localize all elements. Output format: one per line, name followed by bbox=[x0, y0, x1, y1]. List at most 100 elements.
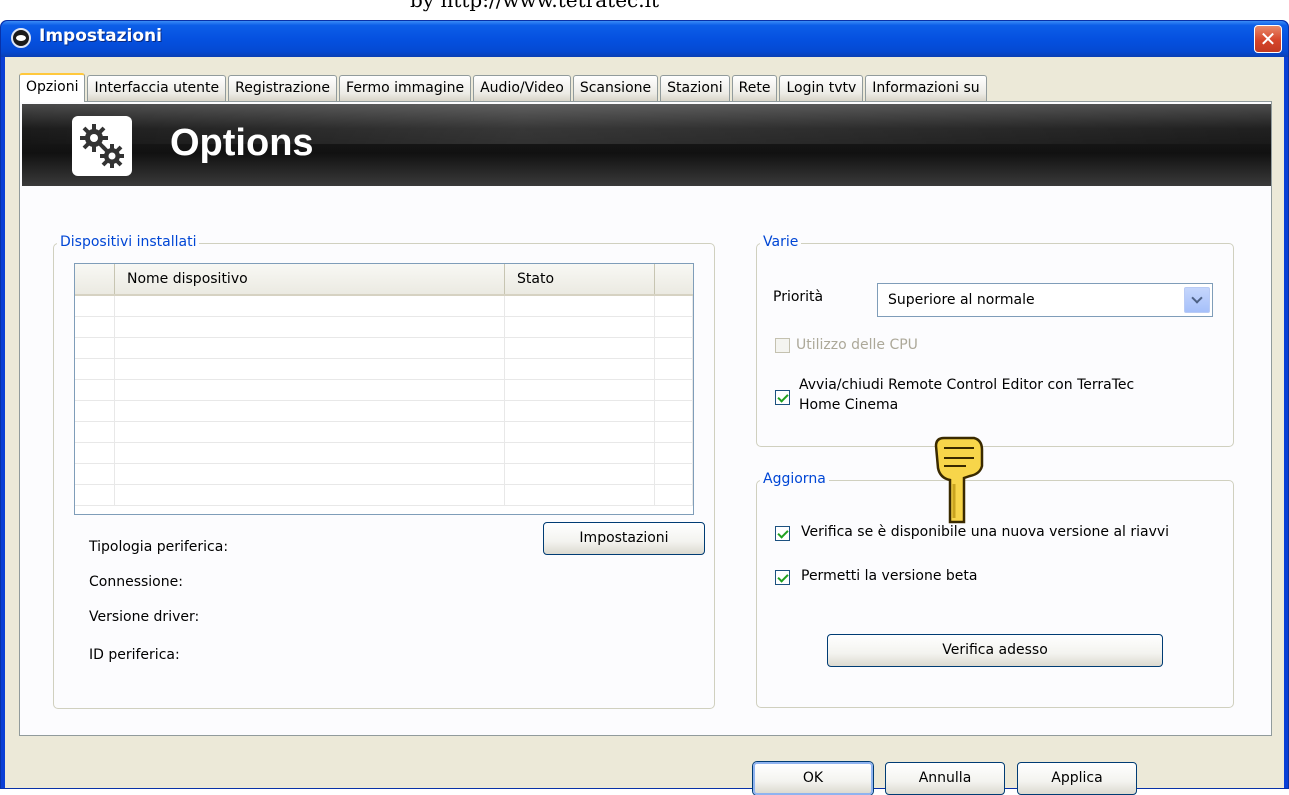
misc-legend: Varie bbox=[760, 234, 802, 250]
table-cell bbox=[505, 401, 655, 421]
table-row[interactable] bbox=[75, 296, 693, 317]
device-type-label: Tipologia periferica: bbox=[89, 539, 229, 555]
check-new-version-checkbox[interactable] bbox=[775, 526, 790, 541]
ok-button[interactable]: OK bbox=[753, 762, 873, 795]
header-spacer bbox=[75, 264, 115, 294]
table-cell bbox=[505, 380, 655, 400]
table-row[interactable] bbox=[75, 422, 693, 443]
table-row[interactable] bbox=[75, 338, 693, 359]
beta-version-label: Permetti la versione beta bbox=[801, 568, 978, 584]
dialog-body: Opzioni Interfaccia utente Registrazione… bbox=[5, 57, 1284, 795]
cpu-usage-label: Utilizzo delle CPU bbox=[796, 337, 918, 353]
remote-control-checkbox[interactable] bbox=[775, 390, 790, 405]
table-cell bbox=[505, 422, 655, 442]
table-cell bbox=[115, 401, 505, 421]
tab-login-tvtv[interactable]: Login tvtv bbox=[779, 75, 864, 101]
priority-select[interactable]: Superiore al normale bbox=[877, 283, 1213, 317]
devices-table[interactable]: Nome dispositivo Stato bbox=[74, 263, 694, 515]
remote-control-label-line2: Home Cinema bbox=[799, 397, 899, 413]
table-cell bbox=[505, 338, 655, 358]
tab-registrazione[interactable]: Registrazione bbox=[228, 75, 338, 101]
table-cell bbox=[655, 485, 693, 505]
table-cell bbox=[655, 422, 693, 442]
driver-version-label: Versione driver: bbox=[89, 609, 200, 625]
table-cell bbox=[115, 464, 505, 484]
pointing-hand-icon bbox=[930, 432, 988, 528]
options-banner: Options bbox=[22, 104, 1271, 186]
table-cell bbox=[115, 359, 505, 379]
table-cell bbox=[75, 380, 115, 400]
table-cell bbox=[655, 464, 693, 484]
tab-fermo-immagine[interactable]: Fermo immagine bbox=[339, 75, 472, 101]
table-cell bbox=[115, 422, 505, 442]
devices-legend: Dispositivi installati bbox=[57, 234, 200, 250]
apply-button[interactable]: Applica bbox=[1017, 762, 1137, 795]
close-icon: ✕ bbox=[1259, 27, 1277, 51]
table-cell bbox=[75, 359, 115, 379]
priority-label: Priorità bbox=[773, 289, 824, 305]
beta-version-checkbox[interactable] bbox=[775, 570, 790, 585]
remote-control-label-line1: Avvia/chiudi Remote Control Editor con T… bbox=[799, 377, 1135, 393]
table-cell bbox=[115, 380, 505, 400]
title-bar[interactable]: Impostazioni ✕ bbox=[1, 21, 1288, 57]
table-cell bbox=[115, 485, 505, 505]
tab-stazioni[interactable]: Stazioni bbox=[660, 75, 730, 101]
chevron-down-icon[interactable] bbox=[1184, 287, 1210, 313]
table-cell bbox=[505, 317, 655, 337]
table-cell bbox=[75, 464, 115, 484]
table-row[interactable] bbox=[75, 401, 693, 422]
connection-label: Connessione: bbox=[89, 574, 183, 590]
table-cell bbox=[75, 443, 115, 463]
window-title: Impostazioni bbox=[39, 26, 162, 46]
table-cell bbox=[75, 485, 115, 505]
device-settings-button[interactable]: Impostazioni bbox=[543, 522, 705, 555]
table-cell bbox=[505, 464, 655, 484]
tab-opzioni[interactable]: Opzioni bbox=[19, 73, 86, 102]
tab-audio-video[interactable]: Audio/Video bbox=[473, 75, 571, 101]
table-cell bbox=[75, 296, 115, 316]
table-cell bbox=[505, 359, 655, 379]
table-cell bbox=[75, 401, 115, 421]
tab-interfaccia-utente[interactable]: Interfaccia utente bbox=[87, 75, 227, 101]
verify-now-button[interactable]: Verifica adesso bbox=[827, 634, 1163, 667]
table-cell bbox=[75, 317, 115, 337]
gears-icon bbox=[72, 116, 132, 176]
close-button[interactable]: ✕ bbox=[1254, 25, 1282, 53]
column-header-stato[interactable]: Stato bbox=[505, 264, 655, 294]
devices-table-header: Nome dispositivo Stato bbox=[75, 264, 693, 296]
table-cell bbox=[505, 485, 655, 505]
table-cell bbox=[115, 296, 505, 316]
cpu-usage-checkbox[interactable] bbox=[775, 338, 790, 353]
app-icon bbox=[11, 28, 31, 48]
tab-scansione[interactable]: Scansione bbox=[572, 75, 659, 101]
table-cell bbox=[655, 401, 693, 421]
table-cell bbox=[115, 317, 505, 337]
table-cell bbox=[505, 296, 655, 316]
settings-window: Impostazioni ✕ Opzioni Interfaccia utent… bbox=[0, 20, 1289, 795]
table-row[interactable] bbox=[75, 317, 693, 338]
tab-informazioni-su[interactable]: Informazioni su bbox=[865, 75, 987, 101]
table-row[interactable] bbox=[75, 464, 693, 485]
table-cell bbox=[75, 338, 115, 358]
table-cell bbox=[655, 380, 693, 400]
table-row[interactable] bbox=[75, 380, 693, 401]
table-cell bbox=[655, 338, 693, 358]
table-cell bbox=[115, 338, 505, 358]
device-id-label: ID periferica: bbox=[89, 647, 180, 663]
table-cell bbox=[655, 296, 693, 316]
table-cell bbox=[505, 443, 655, 463]
devices-table-body bbox=[75, 296, 693, 506]
watermark-text: by http://www.tetratec.it bbox=[410, 0, 660, 12]
tab-rete[interactable]: Rete bbox=[731, 75, 778, 101]
cancel-button[interactable]: Annulla bbox=[885, 762, 1005, 795]
table-row[interactable] bbox=[75, 359, 693, 380]
column-header-nome-dispositivo[interactable]: Nome dispositivo bbox=[115, 264, 505, 294]
table-cell bbox=[115, 443, 505, 463]
table-cell bbox=[75, 422, 115, 442]
table-cell bbox=[655, 443, 693, 463]
table-row[interactable] bbox=[75, 443, 693, 464]
tab-bar: Opzioni Interfaccia utente Registrazione… bbox=[19, 73, 989, 102]
table-cell bbox=[655, 359, 693, 379]
table-row[interactable] bbox=[75, 485, 693, 506]
table-cell bbox=[655, 317, 693, 337]
